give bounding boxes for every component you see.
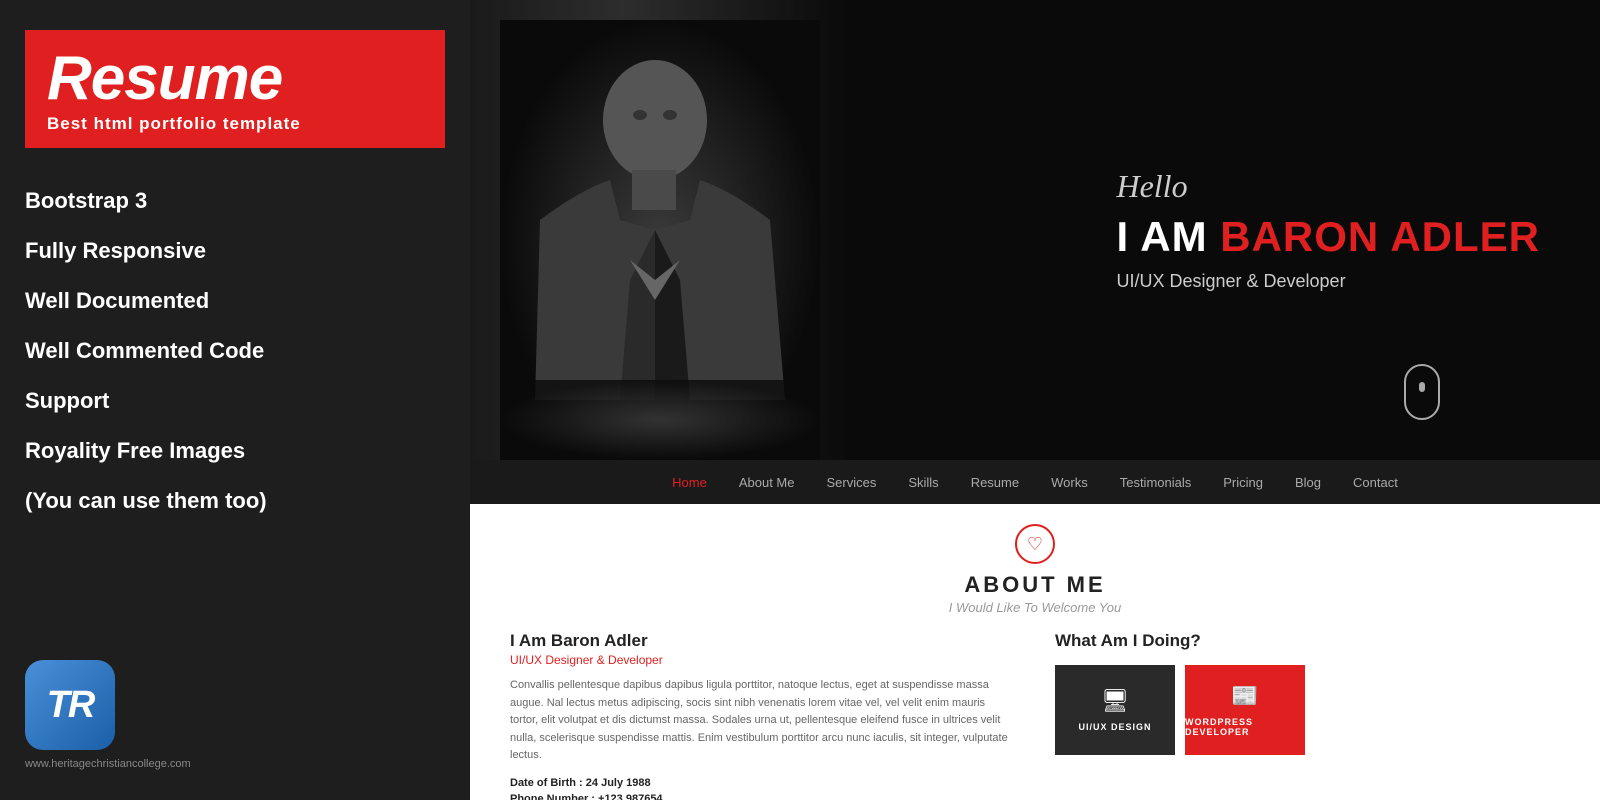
wp-icon: 📰 [1231, 683, 1258, 709]
about-section: ♡ ABOUT ME I Would Like To Welcome You I… [470, 504, 1600, 800]
nav-home[interactable]: Home [656, 460, 723, 504]
about-dob-label: Date of Birth : [510, 777, 583, 789]
feature-note: (You can use them too) [25, 476, 445, 526]
hero-photo [470, 0, 850, 460]
feature-support: Support [25, 376, 445, 426]
logo-subtitle: Best html portfolio template [47, 114, 423, 134]
hero-text: Hello I AM BARON ADLER UI/UX Designer & … [1116, 168, 1540, 292]
feature-commented: Well Commented Code [25, 326, 445, 376]
nav-services[interactable]: Services [810, 460, 892, 504]
right-panel: Hello I AM BARON ADLER UI/UX Designer & … [470, 0, 1600, 800]
nav-pricing[interactable]: Pricing [1207, 460, 1279, 504]
about-right-column: What Am I Doing? 🖥 UI/UX DESIGN 📰 WORDPR… [1055, 631, 1560, 800]
badge-text: TR [47, 684, 94, 727]
feature-documented: Well Documented [25, 276, 445, 326]
scroll-dot [1419, 382, 1425, 392]
nav-resume[interactable]: Resume [955, 460, 1035, 504]
nav-bar: Home About Me Services Skills Resume Wor… [470, 460, 1600, 504]
site-url: www.heritagechristiancollege.com [25, 758, 445, 770]
service-card-ux: 🖥 UI/UX DESIGN [1055, 665, 1175, 755]
about-subtitle: I Would Like To Welcome You [510, 600, 1560, 615]
service-cards: 🖥 UI/UX DESIGN 📰 WORDPRESS DEVELOPER [1055, 665, 1560, 755]
ux-label: UI/UX DESIGN [1078, 722, 1151, 732]
about-phone-label: Phone Number : [510, 793, 595, 800]
left-panel: Resume Best html portfolio template Boot… [0, 0, 470, 800]
about-bio: Convallis pellentesque dapibus dapibus l… [510, 677, 1015, 765]
about-person-name: I Am Baron Adler [510, 631, 1015, 651]
person-silhouette [500, 20, 820, 460]
nav-skills[interactable]: Skills [892, 460, 954, 504]
about-dob-value: 24 July 1988 [586, 777, 651, 789]
about-icon: ♡ [1015, 524, 1055, 564]
nav-works[interactable]: Works [1035, 460, 1104, 504]
about-header: ♡ ABOUT ME I Would Like To Welcome You [510, 524, 1560, 615]
ux-icon: 🖥 [1101, 688, 1129, 714]
hero-name-prefix: I AM [1116, 213, 1220, 260]
about-title: ABOUT ME [510, 572, 1560, 598]
scroll-indicator [1404, 364, 1440, 420]
bottom-section: TR www.heritagechristiancollege.com [25, 660, 445, 770]
about-dob: Date of Birth : 24 July 1988 [510, 777, 1015, 789]
about-left-column: I Am Baron Adler UI/UX Designer & Develo… [510, 631, 1015, 800]
hero-hello: Hello [1116, 168, 1540, 205]
hero-section: Hello I AM BARON ADLER UI/UX Designer & … [470, 0, 1600, 460]
hero-name: BARON ADLER [1220, 213, 1540, 260]
service-card-wp: 📰 WORDPRESS DEVELOPER [1185, 665, 1305, 755]
about-columns: I Am Baron Adler UI/UX Designer & Develo… [510, 631, 1560, 800]
feature-images: Royality Free Images [25, 426, 445, 476]
about-icon-symbol: ♡ [1027, 534, 1043, 555]
wp-label: WORDPRESS DEVELOPER [1185, 717, 1305, 737]
nav-about[interactable]: About Me [723, 460, 811, 504]
hero-name-line: I AM BARON ADLER [1116, 213, 1540, 261]
feature-bootstrap: Bootstrap 3 [25, 176, 445, 226]
nav-blog[interactable]: Blog [1279, 460, 1337, 504]
about-phone-value: +123 987654 [598, 793, 663, 800]
logo-title: Resume [47, 48, 423, 110]
about-person-role: UI/UX Designer & Developer [510, 653, 1015, 667]
what-doing-title: What Am I Doing? [1055, 631, 1560, 651]
features-list: Bootstrap 3 Fully Responsive Well Docume… [25, 176, 445, 526]
tr-badge: TR [25, 660, 115, 750]
nav-contact[interactable]: Contact [1337, 460, 1414, 504]
nav-testimonials[interactable]: Testimonials [1104, 460, 1208, 504]
hero-subtitle: UI/UX Designer & Developer [1116, 271, 1540, 292]
about-phone: Phone Number : +123 987654 [510, 793, 1015, 800]
feature-responsive: Fully Responsive [25, 226, 445, 276]
logo-box: Resume Best html portfolio template [25, 30, 445, 148]
